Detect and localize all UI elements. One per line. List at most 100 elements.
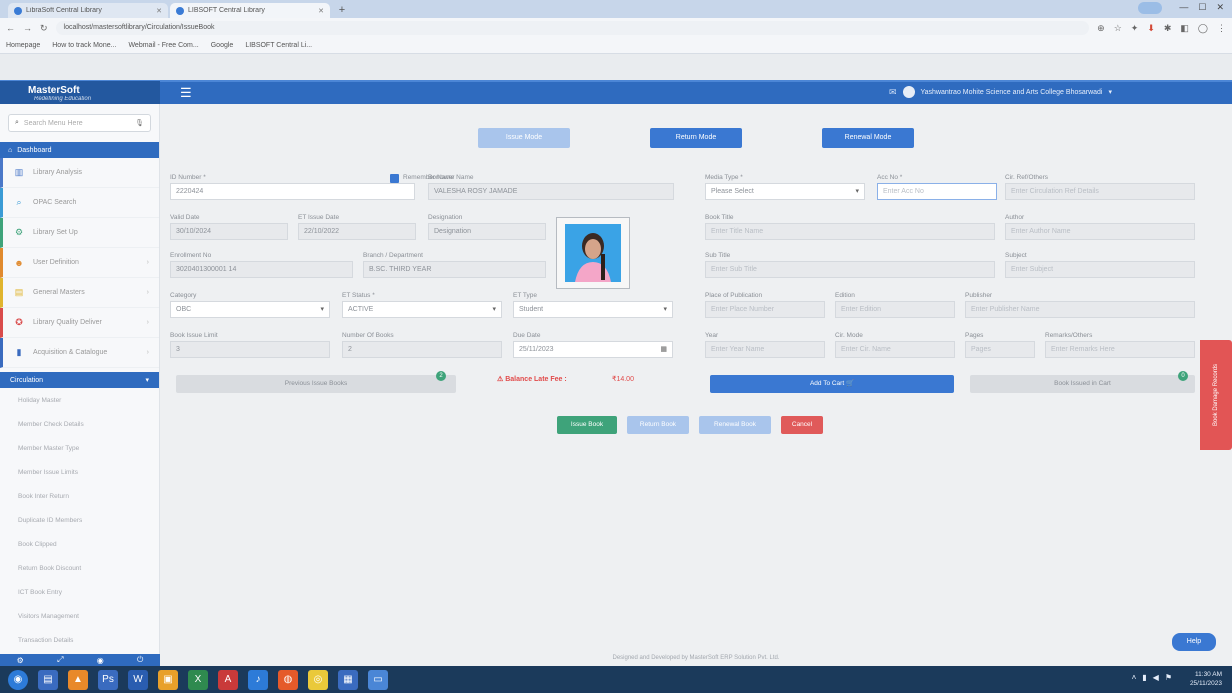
submenu-item[interactable]: Member Issue Limits <box>0 460 159 484</box>
chrome-icon[interactable]: ◎ <box>308 669 328 690</box>
eye-icon[interactable]: ◉ <box>97 656 104 665</box>
book-issued-cart-button[interactable]: Book Issued in Cart <box>970 375 1195 393</box>
gear-icon[interactable]: ⚙ <box>17 656 24 665</box>
category-select[interactable]: OBC ▾ <box>170 301 330 318</box>
sidebar-item[interactable]: ⌕ OPAC Search <box>0 188 159 218</box>
bookmark-item[interactable]: Google <box>211 42 234 49</box>
new-tab-button[interactable]: + <box>335 3 349 17</box>
sidebar-item[interactable]: ▤ General Masters › <box>0 278 159 308</box>
submenu-item[interactable]: Return Book Discount <box>0 556 159 580</box>
logo[interactable]: MasterSoft Redefining Education <box>0 81 160 105</box>
bookmark-item[interactable]: Webmail - Free Com... <box>128 42 198 49</box>
firefox-icon[interactable]: ◍ <box>278 669 298 690</box>
account-icon[interactable]: ◯ <box>1198 23 1208 34</box>
bell-icon[interactable]: ✉ <box>889 87 897 98</box>
cancel-button[interactable]: Cancel <box>781 416 823 434</box>
return-book-button[interactable]: Return Book <box>627 416 689 434</box>
start-button-icon[interactable]: ◉ <box>8 669 28 690</box>
sidepanel-icon[interactable]: ◧ <box>1180 23 1189 34</box>
submenu-item[interactable]: Member Check Details <box>0 412 159 436</box>
help-chat-button[interactable]: Help <box>1172 633 1216 651</box>
id-number-input[interactable]: 2220424 <box>170 183 415 200</box>
network-icon[interactable]: ▮ <box>1142 673 1146 682</box>
bookmark-item[interactable]: LIBSOFT Central Li... <box>245 42 312 49</box>
issue-mode-button[interactable]: Issue Mode <box>478 128 570 148</box>
type-select[interactable]: Student ▾ <box>513 301 673 318</box>
chevron-down-icon: ▾ <box>663 306 667 313</box>
submenu-item[interactable]: Visitors Management <box>0 604 159 628</box>
sidebar-item[interactable]: ▮ Acquisition & Catalogue › <box>0 338 159 368</box>
remember-checkbox[interactable] <box>390 174 399 183</box>
user-area[interactable]: ✉ Yashwantrao Mohite Science and Arts Co… <box>889 86 1112 98</box>
acc-no-input[interactable]: Enter Acc No <box>877 183 997 200</box>
sidebar-item[interactable]: ☻ User Definition › <box>0 248 159 278</box>
back-icon[interactable]: ← <box>6 23 15 33</box>
vlc-icon[interactable]: ▲ <box>68 669 88 690</box>
extension-icon[interactable]: ✦ <box>1131 23 1139 34</box>
calendar-icon[interactable]: ▦ <box>660 342 667 357</box>
submenu-item[interactable]: Transaction Details <box>0 628 159 652</box>
submenu-item[interactable]: Book Clipped <box>0 532 159 556</box>
media-icon[interactable]: ♪ <box>248 669 268 690</box>
pdf-icon[interactable]: A <box>218 669 238 690</box>
puzzle-icon[interactable]: ✱ <box>1164 23 1172 34</box>
star-icon[interactable]: ☆ <box>1114 23 1122 34</box>
submenu-item[interactable]: Holiday Master <box>0 388 159 412</box>
member-photo-image <box>565 224 621 282</box>
explorer-icon[interactable]: ▤ <box>38 669 58 690</box>
return-mode-button[interactable]: Return Mode <box>650 128 742 148</box>
hamburger-icon[interactable]: ☰ <box>180 85 192 101</box>
excel-icon[interactable]: X <box>188 669 208 690</box>
profile-icon[interactable] <box>1138 2 1162 14</box>
avatar[interactable] <box>902 86 915 98</box>
previous-issue-books-button[interactable]: Previous Issue Books <box>176 375 456 393</box>
issued-books-field: Number Of Books 2 <box>342 332 502 358</box>
menu-icon[interactable]: ⋮ <box>1217 23 1226 34</box>
window-icon[interactable]: ▭ <box>368 669 388 690</box>
power-icon[interactable]: ⏻ <box>137 655 143 665</box>
submenu-item[interactable]: Member Master Type <box>0 436 159 460</box>
photoshop-icon[interactable]: Ps <box>98 669 118 690</box>
calculator-icon[interactable]: ▦ <box>338 669 358 690</box>
close-icon[interactable]: ✕ <box>318 7 324 15</box>
renewal-book-button[interactable]: Renewal Book <box>699 416 771 434</box>
sidebar-item[interactable]: ▥ Library Analysis <box>0 158 159 188</box>
maximize-icon[interactable]: ☐ <box>1198 2 1206 13</box>
close-icon[interactable]: ✕ <box>156 7 162 15</box>
media-type-select[interactable]: Please Select ▾ <box>705 183 865 200</box>
sidebar-item[interactable]: ✪ Library Quality Deliver › <box>0 308 159 338</box>
mic-icon[interactable]: 🎙 <box>135 119 144 127</box>
renewal-mode-button[interactable]: Renewal Mode <box>822 128 914 148</box>
minimize-icon[interactable]: — <box>1179 2 1188 13</box>
submenu-item[interactable]: Duplicate ID Members <box>0 508 159 532</box>
bookmark-item[interactable]: How to track Mone... <box>52 42 116 49</box>
book-damage-records-tab[interactable]: Book Damage Records <box>1200 340 1232 450</box>
due-date-input[interactable]: 25/11/2023 ▦ <box>513 341 673 358</box>
flag-icon[interactable]: ⚑ <box>1165 673 1172 682</box>
expand-icon[interactable]: ⤢ <box>57 655 63 665</box>
word-icon[interactable]: W <box>128 669 148 690</box>
bookmark-item[interactable]: Homepage <box>6 42 40 49</box>
add-to-cart-button[interactable]: Add To Cart 🛒 <box>710 375 954 393</box>
browser-tab-active[interactable]: LIBSOFT Central Library ✕ <box>170 3 330 18</box>
reload-icon[interactable]: ↻ <box>40 23 48 34</box>
sidebar-item[interactable]: ⚙ Library Set Up <box>0 218 159 248</box>
status-select[interactable]: ACTIVE ▾ <box>342 301 502 318</box>
menu-search[interactable]: ⌕ Search Menu Here 🎙 <box>8 114 151 132</box>
close-window-icon[interactable]: ✕ <box>1216 2 1224 13</box>
browser-tab[interactable]: LibraSoft Central Library ✕ <box>8 3 168 18</box>
download-icon[interactable]: ⬇ <box>1147 23 1155 34</box>
issue-book-button[interactable]: Issue Book <box>557 416 617 434</box>
chevron-down-icon[interactable]: ▾ <box>1108 88 1112 96</box>
submenu-item[interactable]: ICT Book Entry <box>0 580 159 604</box>
zoom-icon[interactable]: ⊕ <box>1097 23 1105 34</box>
folder-icon[interactable]: ▣ <box>158 669 178 690</box>
sidebar-dashboard[interactable]: ⌂ Dashboard <box>0 142 159 158</box>
clock[interactable]: 11:30 AM 25/11/2023 <box>1190 670 1222 688</box>
forward-icon[interactable]: → <box>23 23 32 33</box>
submenu-item[interactable]: Book Inter Return <box>0 484 159 508</box>
chevron-up-icon[interactable]: ˄ <box>1132 673 1137 682</box>
url-field[interactable]: localhost/mastersoftlibrary/Circulation/… <box>55 21 1090 35</box>
volume-icon[interactable]: ◀ <box>1153 673 1159 682</box>
sidebar-circulation[interactable]: Circulation ▾ <box>0 372 159 388</box>
